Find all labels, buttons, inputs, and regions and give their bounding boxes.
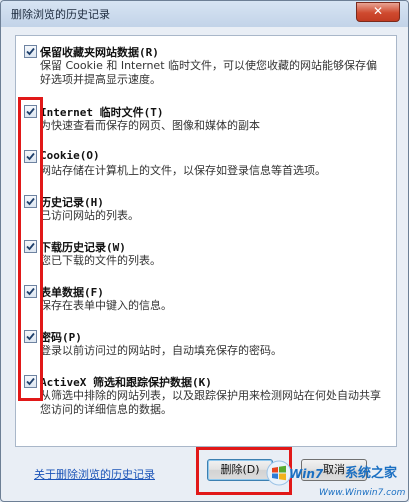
option-title: 下载历史记录(W): [40, 241, 126, 254]
title-bar[interactable]: 删除浏览的历史记录 ✕: [1, 1, 408, 27]
checkbox-highlight-box: [18, 97, 43, 401]
option-description: 为快速查看而保存的网页、图像和媒体的副本: [40, 119, 260, 132]
options-panel: 保留收藏夹网站数据(R) 保留 Cookie 和 Internet 临时文件，可…: [15, 35, 397, 447]
option-description: 从筛选中排除的网站列表，以及跟踪保护用来检测网站在何处自动共享您访问的详细信息的…: [40, 389, 381, 416]
delete-button[interactable]: 删除(D): [207, 459, 273, 481]
checkbox-preserve-favorites[interactable]: [24, 45, 37, 58]
about-delete-history-link[interactable]: 关于删除浏览的历史记录: [34, 466, 155, 482]
option-title: 表单数据(F): [40, 286, 104, 299]
option-title: Cookie(O): [40, 149, 100, 162]
window-title: 删除浏览的历史记录: [11, 8, 110, 21]
option-title: 历史记录(H): [40, 196, 104, 209]
option-description: 已访问网站的列表。: [40, 209, 139, 222]
option-description: 网站存储在计算机上的文件，以保存如登录信息等首选项。: [40, 164, 326, 177]
option-title: Internet 临时文件(T): [40, 106, 164, 119]
option-description: 保留 Cookie 和 Internet 临时文件，可以使您收藏的网站能够保存偏…: [40, 59, 377, 86]
delete-history-dialog: 删除浏览的历史记录 ✕ 保留收藏夹网站数据(R) 保留 Cookie 和 Int…: [0, 0, 409, 502]
option-description: 您已下载的文件的列表。: [40, 254, 161, 267]
option-title: ActiveX 筛选和跟踪保护数据(K): [40, 376, 212, 389]
option-title: 密码(P): [40, 331, 82, 344]
watermark-logo: Win7: [289, 467, 324, 481]
option-description: 保存在表单中键入的信息。: [40, 299, 172, 312]
close-button[interactable]: ✕: [356, 2, 400, 22]
option-title: 保留收藏夹网站数据(R): [40, 46, 159, 59]
option-description: 登录以前访问过的网站时，自动填充保存的密码。: [40, 344, 282, 357]
watermark-url: Www.Winwin7.com: [319, 488, 406, 498]
watermark-site-name: 系统之家: [345, 466, 398, 481]
check-icon: [26, 47, 35, 56]
